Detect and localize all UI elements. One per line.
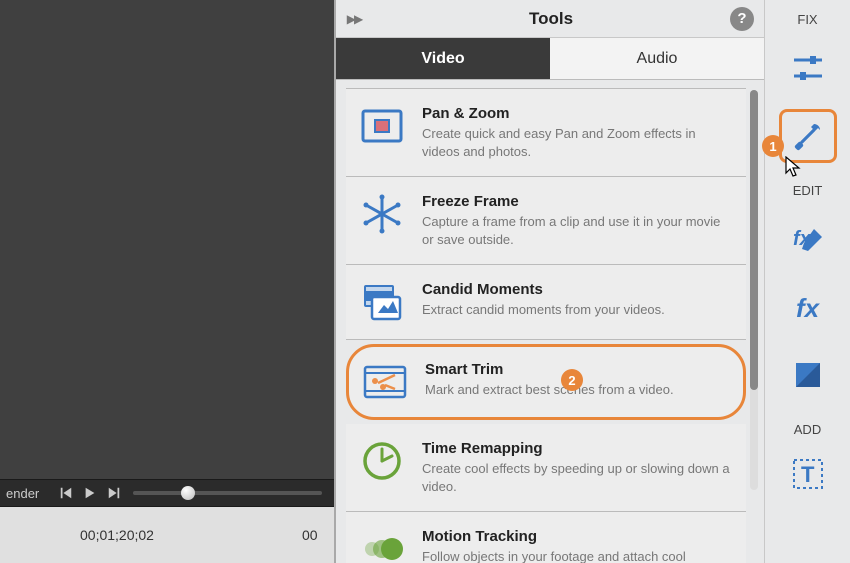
cursor-icon	[785, 156, 803, 178]
panel-scrollbar[interactable]	[750, 90, 758, 490]
tool-candid-moments[interactable]: Candid Moments Extract candid moments fr…	[346, 265, 746, 340]
panel-header: ▶▶ Tools ?	[336, 0, 764, 38]
callout-badge-1: 1	[762, 135, 784, 157]
next-frame-icon[interactable]	[107, 486, 121, 500]
scrubber-thumb[interactable]	[181, 486, 195, 500]
playback-scrubber[interactable]	[133, 491, 322, 495]
smart-trim-icon	[361, 361, 409, 403]
time-remapping-icon	[358, 440, 406, 482]
playback-bar: ender	[0, 479, 334, 507]
freeze-frame-icon	[358, 193, 406, 235]
scrollbar-thumb[interactable]	[750, 90, 758, 390]
effects-edit-button[interactable]: fx	[779, 212, 837, 266]
svg-text:T: T	[801, 462, 815, 487]
fix-section-label: FIX	[797, 12, 817, 27]
help-button[interactable]: ?	[730, 7, 754, 31]
tools-panel: ▶▶ Tools ? Video Audio Pan & Zoom Create…	[334, 0, 764, 563]
tool-time-remapping[interactable]: Time Remapping Create cool effects by sp…	[346, 424, 746, 512]
preview-area: ender 00;01;20;02 00	[0, 0, 334, 563]
candid-moments-icon	[358, 281, 406, 323]
tool-motion-tracking[interactable]: Motion Tracking Follow objects in your f…	[346, 512, 746, 563]
effects-button[interactable]: fx	[779, 280, 837, 334]
svg-text:fx: fx	[796, 293, 821, 323]
tool-title: Pan & Zoom	[422, 105, 734, 122]
add-text-button[interactable]: T	[779, 447, 837, 501]
tool-title: Time Remapping	[422, 440, 734, 457]
collapse-panel-button[interactable]: ▶▶	[336, 12, 372, 26]
tool-desc: Extract candid moments from your videos.	[422, 301, 734, 319]
color-button[interactable]	[779, 348, 837, 402]
edit-section-label: EDIT	[793, 183, 823, 198]
motion-tracking-icon	[358, 528, 406, 563]
tool-title: Candid Moments	[422, 281, 734, 298]
tool-smart-trim[interactable]: Smart Trim Mark and extract best scenes …	[346, 344, 746, 420]
tab-video[interactable]: Video	[336, 38, 550, 79]
tab-audio[interactable]: Audio	[550, 38, 764, 79]
tool-pan-zoom[interactable]: Pan & Zoom Create quick and easy Pan and…	[346, 88, 746, 177]
tool-desc: Capture a frame from a clip and use it i…	[422, 213, 734, 248]
tool-title: Freeze Frame	[422, 193, 734, 210]
tool-title: Motion Tracking	[422, 528, 734, 545]
play-icon[interactable]	[83, 486, 97, 500]
tools-list: Pan & Zoom Create quick and easy Pan and…	[336, 80, 764, 563]
timecode-current: 00;01;20;02	[0, 527, 154, 543]
render-label: ender	[0, 486, 51, 501]
tools-button[interactable]	[779, 109, 837, 163]
playback-controls	[51, 486, 121, 500]
tool-desc: Create cool effects by speeding up or sl…	[422, 460, 734, 495]
pan-zoom-icon	[358, 105, 406, 147]
adjust-sliders-button[interactable]	[779, 41, 837, 95]
tool-desc: Create quick and easy Pan and Zoom effec…	[422, 125, 734, 160]
prev-frame-icon[interactable]	[59, 486, 73, 500]
timecode-partial: 00	[154, 527, 318, 543]
panel-title: Tools	[372, 9, 730, 29]
timecode-bar: 00;01;20;02 00	[0, 507, 334, 563]
add-section-label: ADD	[794, 422, 821, 437]
tool-freeze-frame[interactable]: Freeze Frame Capture a frame from a clip…	[346, 177, 746, 265]
right-sidebar: FIX EDIT fx fx ADD T	[764, 0, 850, 563]
tool-desc: Follow objects in your footage and attac…	[422, 548, 734, 563]
panel-tabs: Video Audio	[336, 38, 764, 80]
